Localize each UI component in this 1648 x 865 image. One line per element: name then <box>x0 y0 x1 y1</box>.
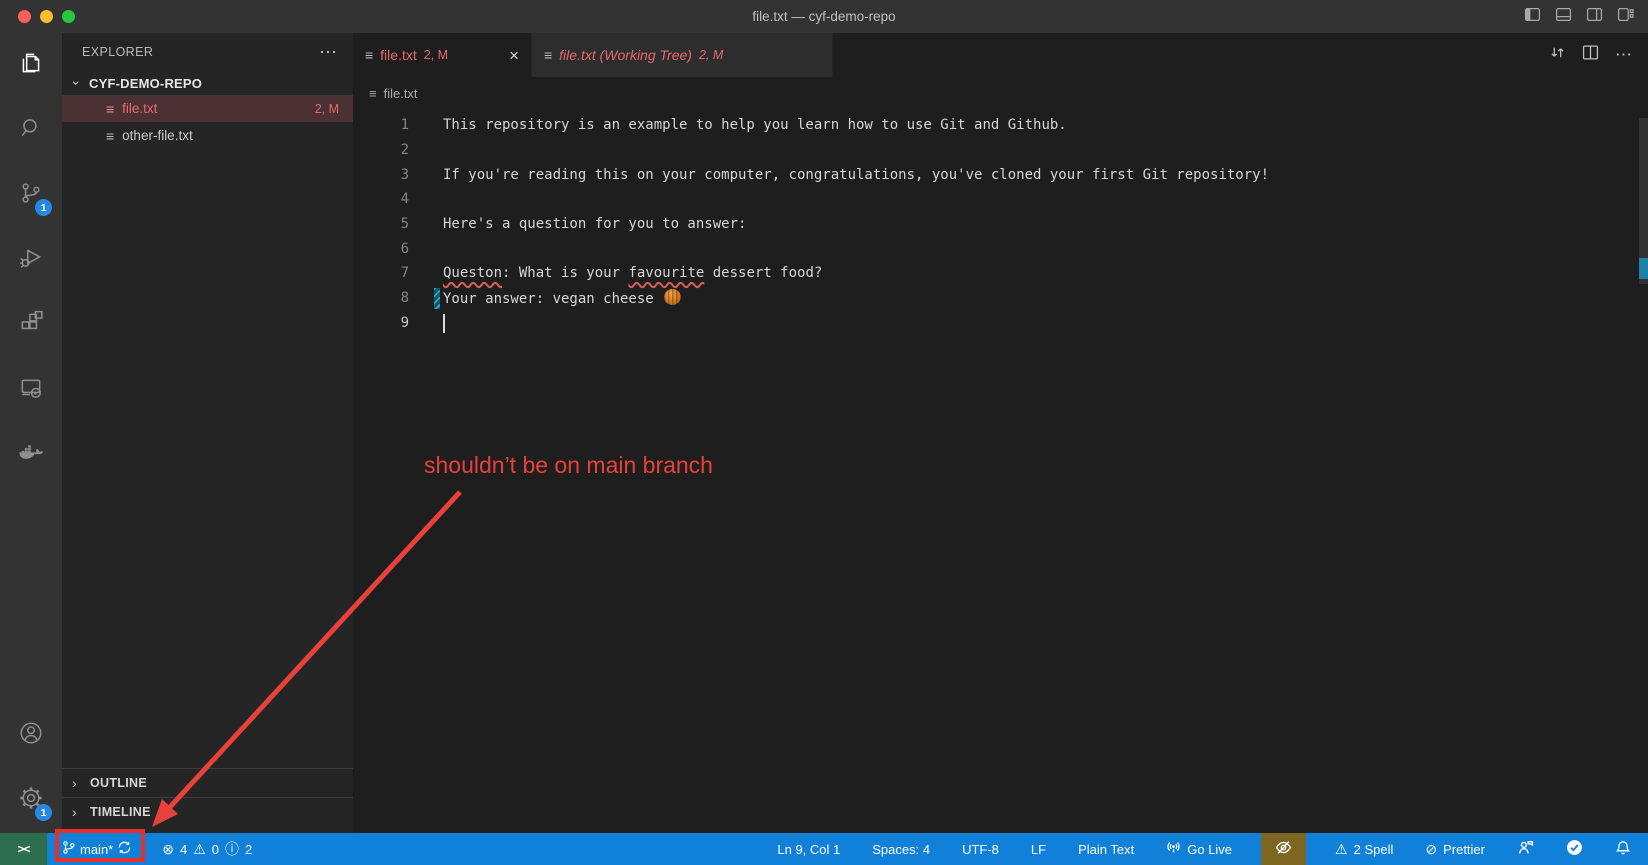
toggle-panel-icon[interactable] <box>1555 6 1572 28</box>
code-line: Your answer: vegan cheese <box>443 289 681 307</box>
sidebar-item-explorer[interactable] <box>0 33 62 98</box>
text-file-icon: ≡ <box>369 86 377 101</box>
cursor-position[interactable]: Ln 9, Col 1 <box>774 833 843 865</box>
text-cursor <box>443 314 445 333</box>
sidebar-item-search[interactable] <box>0 98 62 163</box>
file-problems-badge: 2, M <box>315 102 339 116</box>
chevron-down-icon: › <box>69 76 85 90</box>
warning-icon: ⚠ <box>1335 841 1348 858</box>
minimize-window-button[interactable] <box>40 10 53 23</box>
overview-ruler-modified-marker <box>1639 258 1648 279</box>
misspelled-word: favourite <box>628 265 704 281</box>
text-file-icon: ≡ <box>365 47 373 63</box>
close-tab-icon[interactable]: × <box>509 47 519 64</box>
check-circle-icon <box>1566 839 1583 859</box>
text-file-icon: ≡ <box>106 128 114 144</box>
settings-button[interactable]: 1 <box>0 768 62 833</box>
titlebar: file.txt — cyf-demo-repo <box>0 0 1648 33</box>
toggle-secondary-sidebar-icon[interactable] <box>1586 6 1603 28</box>
misspelled-word: Queston <box>443 265 502 281</box>
slash-circle-icon: ⊘ <box>1425 841 1437 858</box>
encoding-setting[interactable]: UTF-8 <box>959 833 1002 865</box>
outline-panel-header[interactable]: › OUTLINE <box>62 768 353 797</box>
sidebar-item-docker[interactable] <box>0 423 62 488</box>
code-line: Here's a question for you to answer: <box>443 216 746 232</box>
status-bar: >< main* ⊗ 4 ⚠ 0 ⓘ 2 Ln 9, Col 1 Spaces:… <box>0 833 1648 865</box>
settings-badge: 1 <box>35 804 52 821</box>
tab-file-txt-working-tree[interactable]: ≡ file.txt (Working Tree) 2, M <box>531 33 833 77</box>
breadcrumb-file: file.txt <box>384 86 418 101</box>
file-row-other-file-txt[interactable]: ≡ other-file.txt <box>62 122 353 149</box>
eye-off-icon <box>1275 839 1292 859</box>
text-file-icon: ≡ <box>106 101 114 117</box>
files-icon <box>18 50 44 81</box>
run-debug-icon <box>18 245 44 276</box>
code-editor[interactable]: 1This repository is an example to help y… <box>353 113 1638 335</box>
person-feedback-icon <box>1517 839 1534 859</box>
warning-icon: ⚠ <box>193 841 206 858</box>
tab-file-txt[interactable]: ≡ file.txt 2, M × <box>353 33 531 77</box>
remote-explorer-icon <box>18 375 44 406</box>
mooncake-emoji <box>664 289 681 305</box>
annotation-highlight-box <box>55 829 145 862</box>
account-icon <box>18 720 44 751</box>
open-changes-icon[interactable] <box>1549 44 1566 66</box>
editor-group: ≡ file.txt 2, M × ≡ file.txt (Working Tr… <box>353 33 1648 833</box>
error-icon: ⊗ <box>162 841 174 858</box>
split-editor-icon[interactable] <box>1582 44 1599 66</box>
feedback-button[interactable] <box>1514 833 1537 865</box>
breadcrumb[interactable]: ≡ file.txt <box>353 77 1648 109</box>
timeline-panel-header[interactable]: › TIMELINE <box>62 797 353 826</box>
search-icon <box>18 115 44 146</box>
tab-bar: ≡ file.txt 2, M × ≡ file.txt (Working Tr… <box>353 33 1648 77</box>
sidebar-item-run-debug[interactable] <box>0 228 62 293</box>
folder-name: CYF-DEMO-REPO <box>89 76 202 91</box>
docker-icon <box>17 439 45 472</box>
editor-more-actions-icon[interactable]: ⋯ <box>1615 45 1632 65</box>
sidebar-title: EXPLORER <box>82 45 153 59</box>
text-file-icon: ≡ <box>544 47 552 63</box>
folder-section-header[interactable]: › CYF-DEMO-REPO <box>62 71 353 95</box>
info-icon: ⓘ <box>225 839 239 859</box>
hidden-issues-toggle[interactable] <box>1261 833 1306 865</box>
file-name: file.txt <box>122 101 157 116</box>
problems-indicator[interactable]: ⊗ 4 ⚠ 0 ⓘ 2 <box>159 833 255 865</box>
toggle-sidebar-icon[interactable] <box>1524 6 1541 28</box>
maximize-window-button[interactable] <box>62 10 75 23</box>
sidebar-item-remote-explorer[interactable] <box>0 358 62 423</box>
sidebar-item-source-control[interactable]: 1 <box>0 163 62 228</box>
go-live-button[interactable]: Go Live <box>1163 833 1235 865</box>
spell-checker-status[interactable]: ⚠ 2 Spell <box>1332 833 1396 865</box>
vscode-window: file.txt — cyf-demo-repo 1 <box>0 0 1648 865</box>
remote-window-button[interactable]: >< <box>0 833 47 865</box>
close-window-button[interactable] <box>18 10 31 23</box>
code-line: If you're reading this on your computer,… <box>443 167 1269 183</box>
file-name: other-file.txt <box>122 128 193 143</box>
sidebar-item-extensions[interactable] <box>0 293 62 358</box>
notifications-button[interactable] <box>1612 833 1634 865</box>
extensions-icon <box>18 310 44 341</box>
broadcast-icon <box>1166 840 1181 858</box>
explorer-more-actions-icon[interactable]: ⋯ <box>319 42 337 63</box>
formatter-status[interactable]: ⊘ Prettier <box>1422 833 1488 865</box>
window-controls <box>18 10 75 23</box>
indentation-setting[interactable]: Spaces: 4 <box>869 833 933 865</box>
check-status-button[interactable] <box>1563 833 1586 865</box>
eol-setting[interactable]: LF <box>1028 833 1049 865</box>
customize-layout-icon[interactable] <box>1617 6 1634 28</box>
language-mode[interactable]: Plain Text <box>1075 833 1137 865</box>
window-title: file.txt — cyf-demo-repo <box>0 9 1648 24</box>
modified-line-gutter-marker <box>434 288 440 309</box>
accounts-button[interactable] <box>0 703 62 768</box>
source-control-badge: 1 <box>35 199 52 216</box>
bell-icon <box>1615 840 1631 859</box>
code-line: This repository is an example to help yo… <box>443 117 1067 133</box>
activity-bar: 1 1 <box>0 33 62 833</box>
explorer-sidebar: EXPLORER ⋯ › CYF-DEMO-REPO ≡ file.txt 2,… <box>62 33 353 833</box>
chevron-right-icon: › <box>72 775 84 791</box>
code-line: Queston: What is your favourite dessert … <box>443 265 822 281</box>
file-row-file-txt[interactable]: ≡ file.txt 2, M <box>62 95 353 122</box>
annotation-text: shouldn’t be on main branch <box>424 452 713 479</box>
chevron-right-icon: › <box>72 804 84 820</box>
